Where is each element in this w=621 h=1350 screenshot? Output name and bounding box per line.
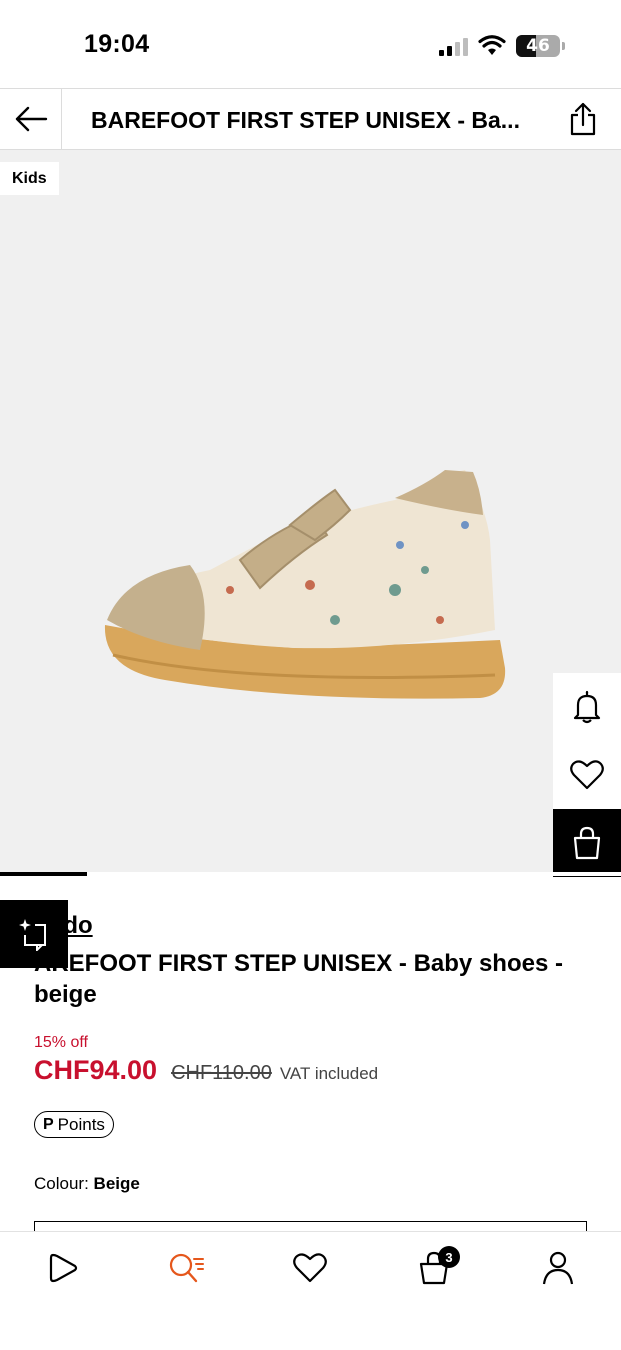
kids-badge: Kids: [0, 162, 59, 195]
status-icons: 46: [439, 34, 565, 58]
battery-level: 46: [526, 36, 550, 56]
discount-label: 15% off: [34, 1034, 88, 1051]
notify-button[interactable]: [553, 673, 621, 741]
vat-note: VAT included: [279, 1064, 379, 1083]
battery-icon: 46: [516, 35, 560, 57]
wifi-icon: [478, 35, 506, 55]
colour-value: Beige: [93, 1174, 140, 1193]
current-price: CHF94.00: [34, 1055, 158, 1085]
gallery-progress: [0, 872, 621, 876]
wishlist-button[interactable]: [553, 741, 621, 809]
heart-icon: [570, 760, 604, 790]
price-row: CHF94.00 CHF110.00 VAT included: [34, 1055, 378, 1086]
nav-account[interactable]: [538, 1248, 578, 1288]
points-label: Points: [57, 1114, 105, 1134]
colour-label: Colour:: [34, 1174, 89, 1193]
bottom-nav: 3: [0, 1231, 621, 1350]
top-bar: BAREFOOT FIRST STEP UNISEX - Ba...: [0, 88, 621, 150]
user-icon: [542, 1251, 574, 1285]
signal-icon: [439, 36, 468, 56]
shopping-bag-icon: [573, 826, 601, 860]
colour-info: Colour: Beige: [34, 1174, 140, 1194]
product-image-shoe: [104, 470, 506, 699]
play-icon: [49, 1253, 78, 1283]
share-button[interactable]: [565, 101, 601, 137]
share-icon: [570, 102, 596, 136]
sparkle-frame-icon: [19, 919, 46, 951]
bell-icon: [573, 690, 601, 724]
back-button[interactable]: [0, 89, 62, 149]
heart-icon: [293, 1253, 327, 1283]
nav-bag[interactable]: 3: [414, 1246, 460, 1288]
compare-button[interactable]: [0, 900, 68, 968]
nav-wishlist[interactable]: [290, 1248, 330, 1288]
bag-count-badge: 3: [438, 1246, 460, 1268]
nav-home[interactable]: [43, 1248, 83, 1288]
page-title: BAREFOOT FIRST STEP UNISEX - Ba...: [91, 107, 520, 133]
points-icon: P: [43, 1115, 54, 1133]
status-bar: 19:04 46: [0, 0, 621, 88]
original-price: CHF110.00: [171, 1062, 272, 1084]
product-image-gallery[interactable]: Kids: [0, 150, 621, 877]
side-actions: [553, 673, 621, 877]
product-name: AREFOOT FIRST STEP UNISEX - Baby shoes -…: [34, 950, 563, 1008]
add-to-bag-button[interactable]: [553, 809, 621, 877]
status-time: 19:04: [84, 30, 150, 58]
search-icon: [169, 1253, 204, 1283]
nav-search[interactable]: [166, 1248, 206, 1288]
arrow-left-icon: [15, 106, 47, 132]
points-badge[interactable]: P Points: [34, 1111, 114, 1138]
